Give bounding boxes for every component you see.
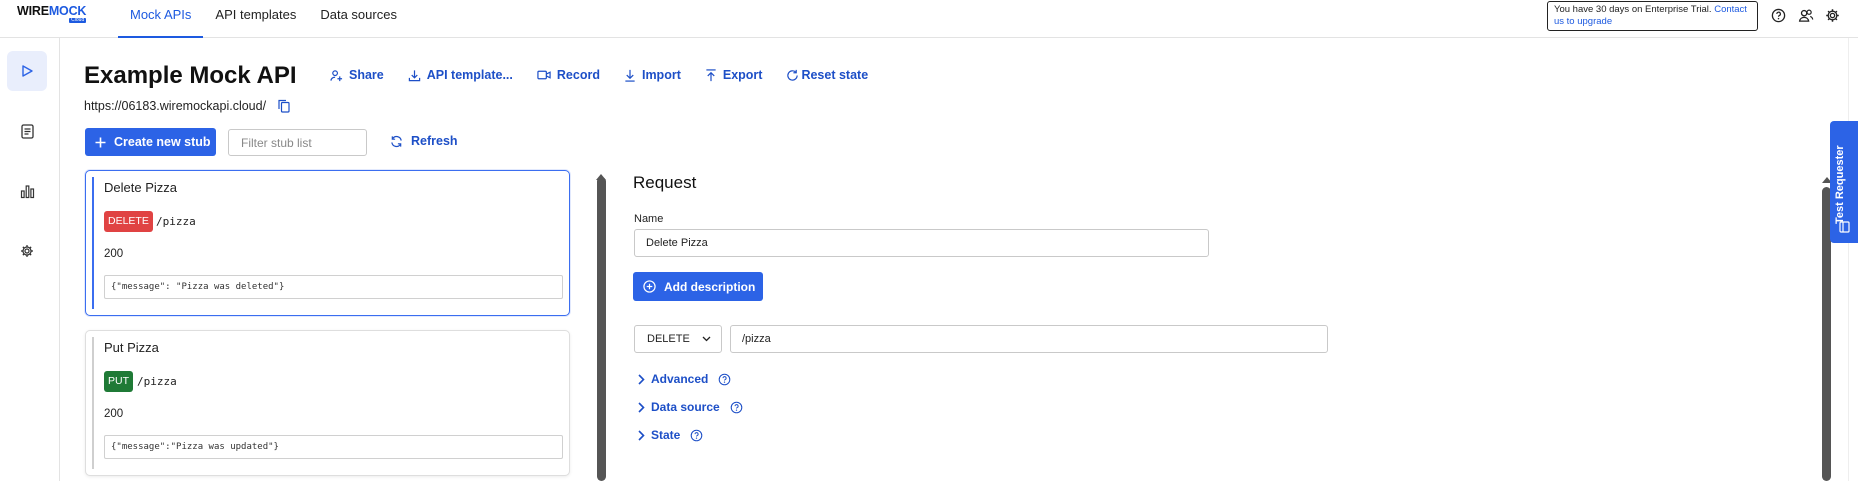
- import-label: Import: [641, 68, 681, 82]
- rail-analytics[interactable]: [7, 171, 47, 211]
- share-user-icon: [330, 69, 343, 81]
- test-requester-tab[interactable]: Test Requester: [1830, 121, 1858, 243]
- export-button[interactable]: Export: [705, 66, 763, 84]
- refresh-label: Refresh: [411, 134, 458, 148]
- help-icon[interactable]: [718, 373, 731, 386]
- create-stub-label: Create new stub: [114, 135, 211, 149]
- share-label: Share: [349, 68, 384, 82]
- stub-response-body: {"message":"Pizza was updated"}: [104, 435, 563, 459]
- reset-state-label: Reset state: [801, 68, 869, 82]
- trial-banner: You have 30 days on Enterprise Trial. Co…: [1547, 1, 1758, 31]
- plus-circle-icon: [643, 280, 656, 293]
- play-icon: [22, 65, 33, 77]
- stub-card[interactable]: Put Pizza PUT /pizza 200 {"message":"Piz…: [85, 330, 570, 476]
- stub-status: 200: [104, 248, 124, 260]
- header-icons: [1768, 5, 1843, 26]
- users-icon[interactable]: [1795, 5, 1816, 26]
- api-url[interactable]: https://06183.wiremockapi.cloud/: [84, 99, 266, 113]
- settings-icon[interactable]: [1822, 5, 1843, 26]
- trial-text: You have 30 days on Enterprise Trial.: [1554, 4, 1712, 15]
- refresh-button[interactable]: Refresh: [390, 134, 458, 148]
- help-icon[interactable]: [730, 401, 743, 414]
- record-icon: [537, 70, 551, 80]
- data-source-section[interactable]: Data source: [638, 400, 743, 414]
- rail-settings[interactable]: [7, 231, 47, 271]
- nav-mock-apis[interactable]: Mock APIs: [118, 0, 204, 38]
- stub-card[interactable]: Delete Pizza DELETE /pizza 200 {"message…: [85, 170, 570, 316]
- top-bar: WIREMOCK Cloud Mock APIs API templates D…: [0, 0, 1858, 38]
- state-section[interactable]: State: [638, 428, 703, 442]
- refresh-icon: [391, 135, 402, 147]
- create-stub-button[interactable]: Create new stub: [85, 128, 216, 156]
- export-label: Export: [722, 68, 763, 82]
- help-icon[interactable]: [690, 429, 703, 442]
- help-icon[interactable]: [1768, 5, 1789, 26]
- advanced-section[interactable]: Advanced: [638, 372, 731, 386]
- stub-accent-bar: [92, 177, 94, 309]
- settings-icon: [21, 245, 33, 257]
- method-select-value: DELETE: [647, 333, 690, 345]
- reset-icon: [787, 69, 799, 81]
- stub-name: Delete Pizza: [104, 180, 177, 195]
- filter-stub-input[interactable]: [228, 129, 367, 156]
- request-heading: Request: [633, 173, 697, 192]
- add-description-button[interactable]: Add description: [633, 272, 763, 301]
- import-button[interactable]: Import: [624, 66, 681, 84]
- export-icon: [706, 68, 716, 81]
- api-actions: Share API template... Record Import Expo…: [330, 66, 892, 84]
- record-button[interactable]: Record: [537, 66, 600, 84]
- stub-accent-bar: [92, 337, 94, 469]
- rail-stubs[interactable]: [7, 51, 47, 91]
- advanced-label: Advanced: [651, 372, 709, 386]
- stub-method-badge: DELETE: [104, 211, 153, 232]
- state-label: State: [651, 428, 681, 442]
- book-icon: [1839, 221, 1850, 233]
- stub-path: /pizza: [137, 375, 177, 388]
- wiremock-logo[interactable]: WIREMOCK Cloud: [17, 4, 87, 23]
- test-requester-label: Test Requester: [1834, 145, 1846, 224]
- page-title: Example Mock API: [84, 62, 297, 89]
- import-icon: [625, 69, 635, 82]
- record-label: Record: [556, 68, 600, 82]
- stub-method-badge: PUT: [104, 371, 133, 392]
- copy-icon[interactable]: [278, 99, 290, 113]
- document-icon: [20, 123, 34, 139]
- share-button[interactable]: Share: [330, 66, 384, 84]
- plus-icon: [95, 137, 106, 147]
- logo-cloud-badge: Cloud: [69, 17, 87, 23]
- logo-word-mock: MOCK: [48, 4, 87, 18]
- method-select[interactable]: DELETE: [634, 325, 722, 353]
- reset-state-button[interactable]: Reset state: [786, 66, 868, 84]
- stub-name: Put Pizza: [104, 340, 159, 355]
- rail-request-log[interactable]: [7, 111, 47, 151]
- page-scrollbar-track[interactable]: [1848, 38, 1858, 481]
- url-path-input[interactable]: [730, 325, 1328, 353]
- add-description-label: Add description: [664, 279, 756, 294]
- panel-splitter[interactable]: [597, 177, 606, 481]
- logo-word-wire: WIRE: [17, 4, 49, 18]
- stub-status: 200: [104, 408, 124, 420]
- left-rail: [0, 38, 60, 481]
- chevron-right-icon: [638, 373, 645, 385]
- api-url-row: https://06183.wiremockapi.cloud/: [84, 99, 290, 113]
- chevron-down-icon: [702, 336, 711, 342]
- chevron-right-icon: [638, 401, 645, 413]
- stub-path: /pizza: [156, 215, 196, 228]
- api-template-label: API template...: [426, 68, 513, 82]
- data-source-label: Data source: [651, 400, 720, 414]
- api-template-button[interactable]: API template...: [408, 66, 513, 84]
- bar-chart-icon: [20, 184, 34, 198]
- nav-api-templates[interactable]: API templates: [203, 0, 308, 38]
- nav-data-sources[interactable]: Data sources: [308, 0, 409, 38]
- stub-name-input[interactable]: [634, 229, 1209, 257]
- main-nav: Mock APIs API templates Data sources: [118, 0, 409, 38]
- download-icon: [408, 69, 420, 81]
- name-label: Name: [634, 213, 664, 225]
- stub-response-body: {"message": "Pizza was deleted"}: [104, 275, 563, 299]
- chevron-right-icon: [638, 429, 645, 441]
